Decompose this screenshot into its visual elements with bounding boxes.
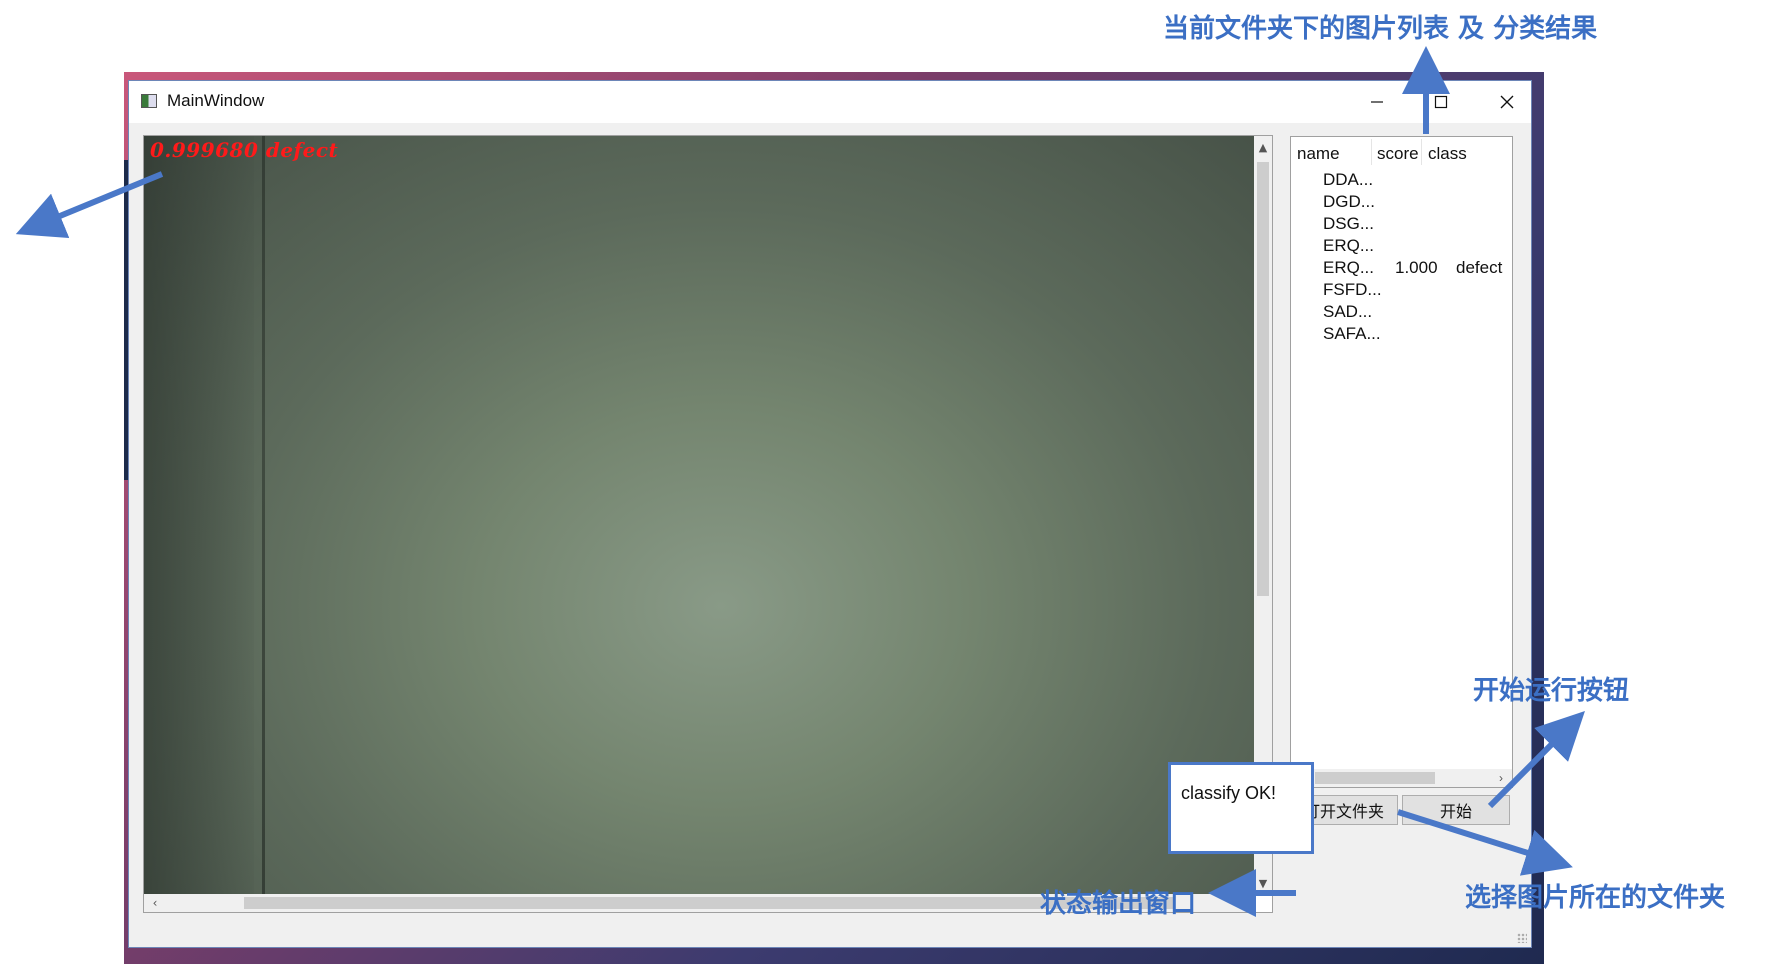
minimize-button[interactable] [1349,81,1405,123]
scroll-left-icon[interactable]: ‹ [146,894,164,912]
list-item[interactable]: SAFA... [1291,321,1512,348]
scroll-thumb[interactable] [1315,772,1435,784]
maximize-icon [1434,95,1448,109]
list-header: name score class [1291,137,1512,167]
app-icon [141,94,157,108]
resize-grip-icon[interactable] [1517,933,1527,943]
scroll-right-icon[interactable]: › [1492,769,1510,787]
minimize-icon [1371,101,1383,103]
scroll-thumb[interactable] [1257,162,1269,596]
fabric-image: 0.999680 defect [144,136,1254,894]
start-button[interactable]: 开始 [1402,795,1510,825]
main-window: MainWindow 0.999680 defect ▲ ▼ ‹ › name … [128,80,1532,948]
scroll-up-icon[interactable]: ▲ [1254,138,1272,156]
scroll-right-icon[interactable]: › [1234,894,1252,912]
column-header-score[interactable]: score [1377,144,1419,164]
annotation-list-label: 当前文件夹下的图片列表 及 分类结果 [1163,14,1598,44]
annotation-start-label: 开始运行按钮 [1473,676,1630,706]
status-output: classify OK! [1168,762,1314,854]
close-button[interactable] [1479,81,1535,123]
prediction-overlay: 0.999680 defect [150,138,339,162]
maximize-button[interactable] [1413,81,1469,123]
annotation-folder-label: 选择图片所在的文件夹 [1465,883,1726,913]
window-title: MainWindow [167,91,265,110]
column-header-name[interactable]: name [1297,144,1340,164]
list-horizontal-scrollbar[interactable]: ‹ › [1291,769,1512,787]
image-viewer[interactable]: 0.999680 defect ▲ ▼ ‹ › [143,135,1273,913]
column-header-class[interactable]: class [1428,144,1467,164]
defect-crease [262,136,265,894]
scroll-down-icon[interactable]: ▼ [1254,874,1272,892]
close-icon [1500,95,1514,109]
annotation-status-label: 状态输出窗口 [1040,889,1197,919]
scroll-thumb[interactable] [244,897,1174,909]
title-bar[interactable]: MainWindow [129,81,1531,123]
